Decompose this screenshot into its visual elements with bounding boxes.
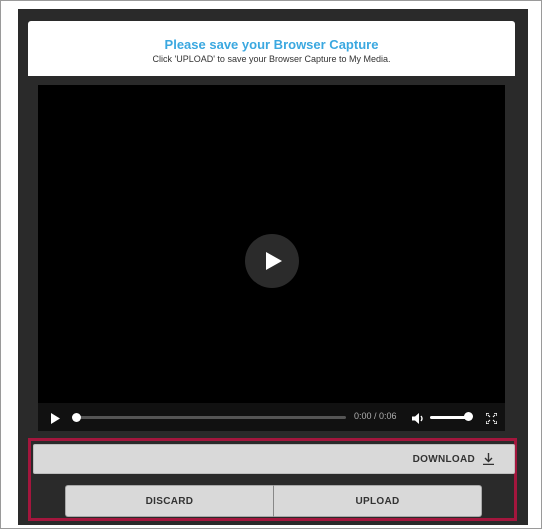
duration: 0:06: [379, 411, 397, 421]
seek-bar[interactable]: [74, 416, 346, 419]
action-area: DOWNLOAD DISCARD UPLOAD: [28, 438, 517, 521]
upload-button[interactable]: UPLOAD: [274, 485, 482, 517]
play-icon: [51, 413, 60, 424]
browser-capture-dialog: Please save your Browser Capture Click '…: [18, 9, 528, 525]
fullscreen-icon: [485, 412, 498, 425]
seek-handle[interactable]: [72, 413, 81, 422]
play-icon: [266, 252, 282, 270]
volume-handle[interactable]: [464, 412, 473, 421]
download-label: DOWNLOAD: [412, 453, 475, 465]
current-time: 0:00: [354, 411, 372, 421]
video-player[interactable]: 0:00 / 0:06: [38, 85, 505, 431]
fullscreen-button[interactable]: [485, 411, 498, 429]
time-display: 0:00 / 0:06: [354, 411, 397, 421]
download-button[interactable]: DOWNLOAD: [33, 444, 515, 474]
player-controls: 0:00 / 0:06: [38, 403, 505, 431]
volume-icon: [412, 413, 423, 424]
download-icon: [483, 453, 494, 465]
play-pause-button[interactable]: [51, 411, 60, 429]
dialog-title: Please save your Browser Capture: [164, 37, 379, 52]
volume-slider[interactable]: [430, 416, 468, 419]
time-separator: /: [371, 411, 380, 421]
primary-actions: DISCARD UPLOAD: [65, 485, 482, 517]
mute-button[interactable]: [412, 411, 425, 429]
big-play-button[interactable]: [245, 234, 299, 288]
discard-button[interactable]: DISCARD: [65, 485, 274, 517]
dialog-header: Please save your Browser Capture Click '…: [28, 21, 515, 76]
dialog-subtitle: Click 'UPLOAD' to save your Browser Capt…: [152, 54, 391, 64]
